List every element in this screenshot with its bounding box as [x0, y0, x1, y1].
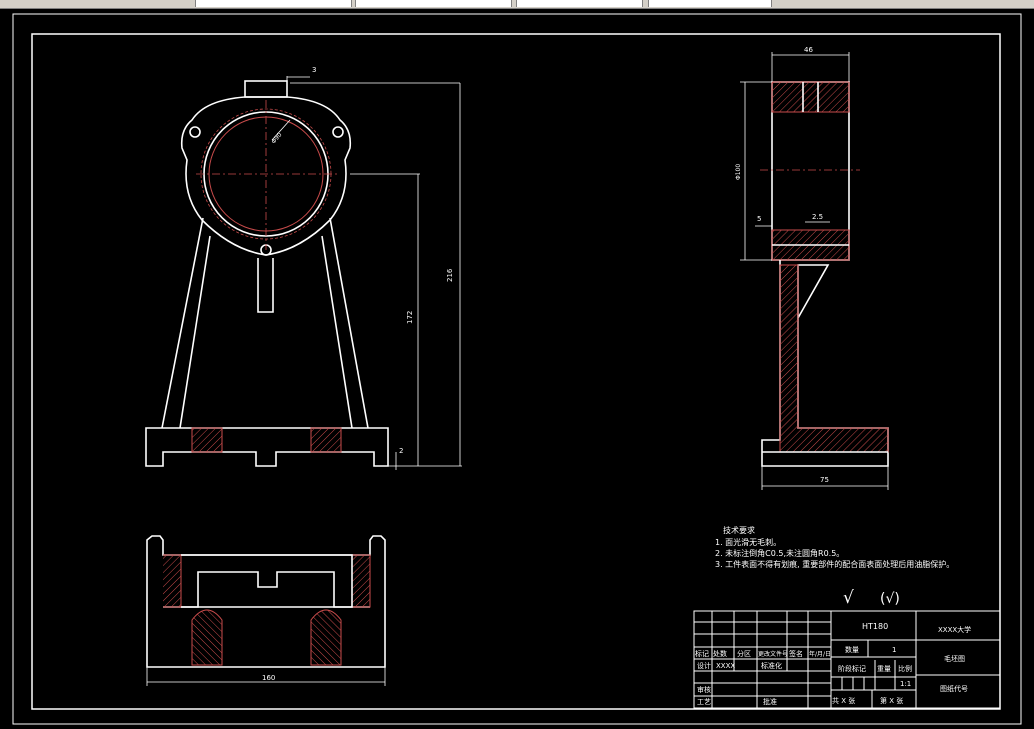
- tb-change-doc: 更改文件号: [758, 650, 788, 658]
- dim-front-top: 3: [312, 66, 316, 74]
- dim-bottom-width: 160: [262, 674, 275, 682]
- dim-front-total: 216: [446, 268, 454, 282]
- toolbar-field[interactable]: [195, 0, 352, 7]
- drawing-canvas[interactable]: 3 216 172 2 Φ90 160 46 Φ100 5 2.5 75 技术要…: [0, 8, 1034, 729]
- toolbar-field[interactable]: [516, 0, 643, 7]
- outer-border: [12, 13, 1022, 725]
- tb-approve: 批准: [763, 697, 777, 706]
- tech-line-2: 2. 未标注倒角C0.5,未注圆角R0.5。: [715, 548, 844, 558]
- tech-line-1: 1. 面光滑无毛刺。: [715, 537, 781, 547]
- tb-count: 处数: [713, 649, 727, 658]
- tb-drawing-name: 毛坯图: [944, 654, 965, 663]
- bottom-view: [146, 535, 386, 668]
- dim-side-flange-left: 5: [757, 215, 761, 223]
- dim-side-flange-right: 2.5: [812, 213, 823, 221]
- tb-mark: 标记: [695, 649, 709, 658]
- toolbar-field[interactable]: [355, 0, 512, 7]
- tb-date: 年/月/日: [809, 650, 831, 658]
- dim-side-width: 46: [804, 46, 813, 54]
- tb-design: 设计: [697, 661, 711, 670]
- side-view: [761, 81, 889, 467]
- tb-standardize: 标准化: [761, 661, 782, 670]
- tb-qty-label: 数量: [845, 645, 859, 654]
- tb-scale-label: 比例: [898, 664, 912, 673]
- tech-line-3: 3. 工件表面不得有划痕, 重要部件的配合面表面处理后用油脂保护。: [715, 559, 954, 569]
- tb-process: 工艺: [697, 698, 711, 706]
- dim-front-center: 172: [406, 311, 414, 324]
- toolbar-field[interactable]: [648, 0, 772, 7]
- tb-qty-value: 1: [892, 646, 896, 654]
- tb-zone: 分区: [737, 649, 751, 658]
- tech-title: 技术要求: [723, 525, 755, 535]
- tb-school: XXXX大学: [938, 625, 971, 634]
- tb-sign: 签名: [789, 649, 803, 658]
- tb-designer: XXXX: [716, 662, 735, 670]
- roughness-other: (√): [880, 591, 900, 607]
- front-view: [145, 80, 389, 467]
- dim-side-base: 75: [820, 476, 829, 484]
- roughness-main: √: [843, 588, 854, 608]
- tb-weight-label: 重量: [877, 665, 891, 673]
- tb-review: 审核: [697, 685, 711, 694]
- tb-scale-value: 1:1: [900, 680, 911, 688]
- dim-side-height: Φ100: [735, 164, 742, 180]
- dim-bore: Φ90: [270, 131, 283, 145]
- tb-drawing-code: 图纸代号: [940, 684, 968, 693]
- tb-sheet-no: 第 X 张: [880, 696, 903, 705]
- tb-stage-label: 阶段标记: [838, 664, 866, 673]
- tb-sheets-total: 共 X 张: [832, 696, 855, 705]
- tb-material: HT180: [862, 622, 888, 631]
- dim-front-step: 2: [399, 447, 403, 455]
